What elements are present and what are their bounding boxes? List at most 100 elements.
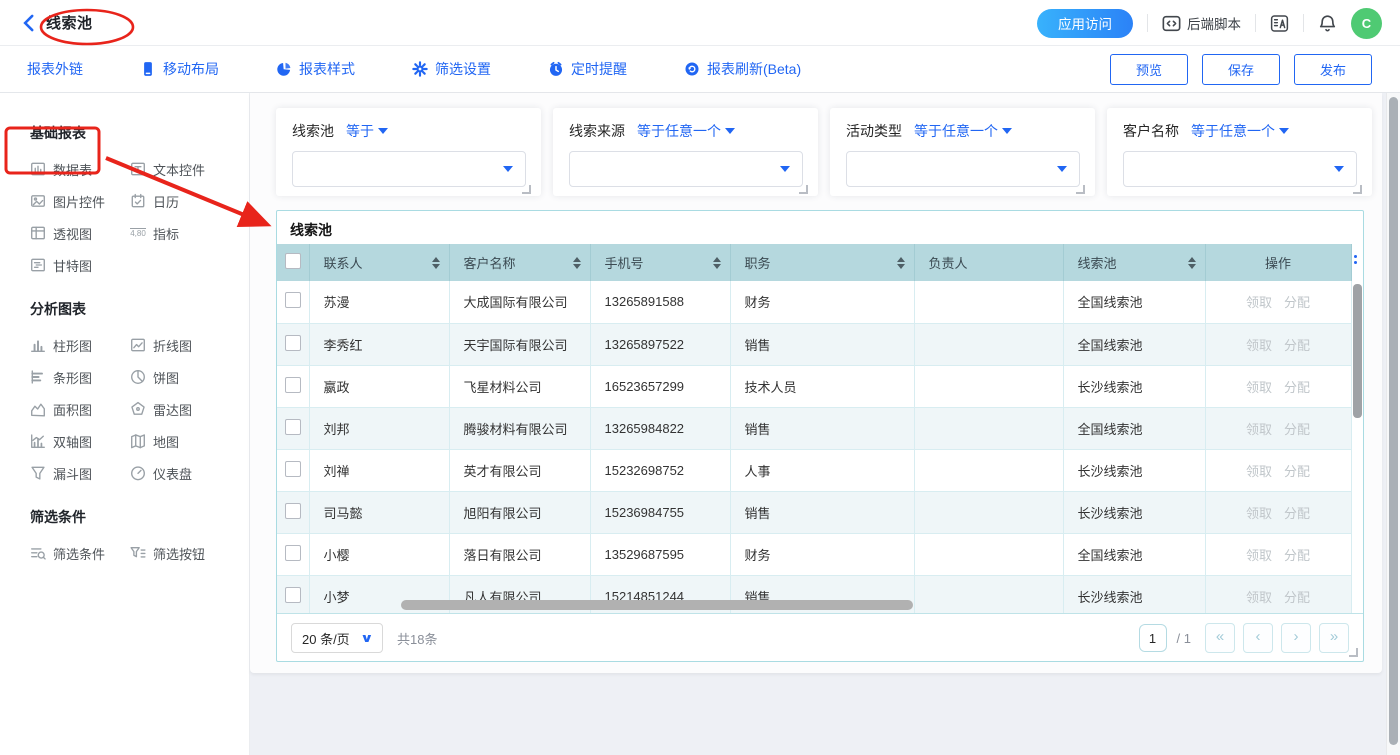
current-page-input[interactable] <box>1139 624 1167 652</box>
row-action-分配[interactable]: 分配 <box>1284 422 1310 437</box>
row-action-分配[interactable]: 分配 <box>1284 295 1310 310</box>
docs-icon[interactable] <box>1270 14 1289 33</box>
sidebar-item-line-chart[interactable]: 折线图 <box>130 329 230 361</box>
toolbar-tab-filter-settings[interactable]: 筛选设置 <box>412 59 491 79</box>
row-action-领取[interactable]: 领取 <box>1246 422 1272 437</box>
select-all-checkbox[interactable] <box>285 253 301 269</box>
row-action-分配[interactable]: 分配 <box>1284 464 1310 479</box>
row-action-领取[interactable]: 领取 <box>1246 295 1272 310</box>
filter-value-select[interactable] <box>846 151 1080 187</box>
prev-page-button[interactable]: ‹ <box>1243 623 1273 653</box>
row-checkbox[interactable] <box>285 377 301 393</box>
sort-icon[interactable] <box>573 257 581 269</box>
sort-icon[interactable] <box>432 257 440 269</box>
sidebar-item-map-chart[interactable]: 地图 <box>130 425 230 457</box>
app-access-button[interactable]: 应用访问 <box>1037 9 1133 38</box>
column-header-操作[interactable]: 操作 <box>1205 244 1351 281</box>
toolbar-tab-timed-reminder[interactable]: 定时提醒 <box>548 59 627 79</box>
toolbar-tab-report-external-link[interactable]: 报表外链 <box>27 59 83 79</box>
backend-script-button[interactable]: 后端脚本 <box>1162 13 1241 33</box>
sidebar-item-filter-button[interactable]: 筛选按钮 <box>130 537 230 569</box>
cell-pool: 全国线索池 <box>1063 407 1205 449</box>
filter-value-select[interactable] <box>569 151 803 187</box>
publish-button[interactable]: 发布 <box>1294 54 1372 85</box>
table-vertical-scrollbar[interactable] <box>1353 284 1362 418</box>
sidebar-item-image-widget[interactable]: 图片控件 <box>30 185 130 217</box>
sidebar-item-dual-axis-chart[interactable]: 双轴图 <box>30 425 130 457</box>
page-scrollbar-thumb[interactable] <box>1389 97 1398 745</box>
sidebar-item-data-table[interactable]: 数据表 <box>30 153 130 185</box>
back-icon[interactable] <box>20 14 38 32</box>
column-settings-icon[interactable] <box>1350 255 1360 264</box>
column-header-手机号[interactable]: 手机号 <box>590 244 730 281</box>
first-page-button[interactable]: « <box>1205 623 1235 653</box>
preview-button[interactable]: 预览 <box>1110 54 1188 85</box>
column-header-客户名称[interactable]: 客户名称 <box>449 244 590 281</box>
sidebar-item-metric[interactable]: 4,80指标 <box>130 217 230 249</box>
row-checkbox[interactable] <box>285 503 301 519</box>
row-action-分配[interactable]: 分配 <box>1284 590 1310 605</box>
filter-value-select[interactable] <box>292 151 526 187</box>
sidebar-item-text-widget[interactable]: 文本控件 <box>130 153 230 185</box>
filter-operator[interactable]: 等于任意一个 <box>637 121 735 141</box>
row-action-分配[interactable]: 分配 <box>1284 338 1310 353</box>
row-checkbox[interactable] <box>285 335 301 351</box>
bell-icon[interactable] <box>1318 14 1337 33</box>
toolbar-tab-mobile-layout[interactable]: 移动布局 <box>140 59 219 79</box>
row-action-分配[interactable]: 分配 <box>1284 380 1310 395</box>
row-checkbox[interactable] <box>285 292 301 308</box>
filter-value-select[interactable] <box>1123 151 1357 187</box>
sidebar-item-pivot-table[interactable]: 透视图 <box>30 217 130 249</box>
select-resize-handle[interactable] <box>1353 185 1362 194</box>
toolbar-tab-report-style[interactable]: 报表样式 <box>276 59 355 79</box>
sort-icon[interactable] <box>897 257 905 269</box>
sidebar-item-pie-chart[interactable]: 饼图 <box>130 361 230 393</box>
cell-pool: 长沙线索池 <box>1063 575 1205 614</box>
row-checkbox[interactable] <box>285 545 301 561</box>
row-action-分配[interactable]: 分配 <box>1284 506 1310 521</box>
sidebar-item-calendar[interactable]: 日历 <box>130 185 230 217</box>
sidebar-item-label: 面积图 <box>53 400 92 419</box>
save-button[interactable]: 保存 <box>1202 54 1280 85</box>
next-page-button[interactable]: › <box>1281 623 1311 653</box>
sort-icon[interactable] <box>1188 257 1196 269</box>
sidebar-item-column-chart[interactable]: 柱形图 <box>30 329 130 361</box>
gantt-icon <box>30 257 46 273</box>
row-checkbox[interactable] <box>285 419 301 435</box>
page-size-select[interactable]: 20 条/页 ∨ <box>291 623 383 653</box>
sidebar-item-gauge-chart[interactable]: 仪表盘 <box>130 457 230 489</box>
table-resize-handle[interactable] <box>1349 648 1358 657</box>
row-action-领取[interactable]: 领取 <box>1246 380 1272 395</box>
row-action-领取[interactable]: 领取 <box>1246 548 1272 563</box>
filter-operator[interactable]: 等于任意一个 <box>914 121 1012 141</box>
column-header-联系人[interactable]: 联系人 <box>309 244 449 281</box>
toolbar-tab-report-refresh[interactable]: 报表刷新(Beta) <box>684 59 801 79</box>
row-action-领取[interactable]: 领取 <box>1246 338 1272 353</box>
sidebar-item-radar-chart[interactable]: 雷达图 <box>130 393 230 425</box>
filter-operator[interactable]: 等于任意一个 <box>1191 121 1289 141</box>
row-checkbox[interactable] <box>285 587 301 603</box>
sidebar-item-bar-chart[interactable]: 条形图 <box>30 361 130 393</box>
avatar[interactable]: C <box>1351 8 1382 39</box>
select-resize-handle[interactable] <box>799 185 808 194</box>
sort-icon[interactable] <box>713 257 721 269</box>
sidebar-item-gantt[interactable]: 甘特图 <box>30 249 130 281</box>
sidebar-item-filter-condition[interactable]: 筛选条件 <box>30 537 130 569</box>
row-action-领取[interactable]: 领取 <box>1246 506 1272 521</box>
horizontal-scrollbar[interactable] <box>401 600 913 610</box>
last-page-button[interactable]: » <box>1319 623 1349 653</box>
row-action-领取[interactable]: 领取 <box>1246 464 1272 479</box>
calendar-icon <box>130 193 146 209</box>
caret-down-icon <box>378 128 388 134</box>
column-header-职务[interactable]: 职务 <box>730 244 914 281</box>
row-checkbox[interactable] <box>285 461 301 477</box>
row-action-领取[interactable]: 领取 <box>1246 590 1272 605</box>
filter-operator[interactable]: 等于 <box>346 121 388 141</box>
column-header-负责人[interactable]: 负责人 <box>914 244 1063 281</box>
row-action-分配[interactable]: 分配 <box>1284 548 1310 563</box>
select-resize-handle[interactable] <box>522 185 531 194</box>
sidebar-item-area-chart[interactable]: 面积图 <box>30 393 130 425</box>
column-header-线索池[interactable]: 线索池 <box>1063 244 1205 281</box>
sidebar-item-funnel-chart[interactable]: 漏斗图 <box>30 457 130 489</box>
select-resize-handle[interactable] <box>1076 185 1085 194</box>
